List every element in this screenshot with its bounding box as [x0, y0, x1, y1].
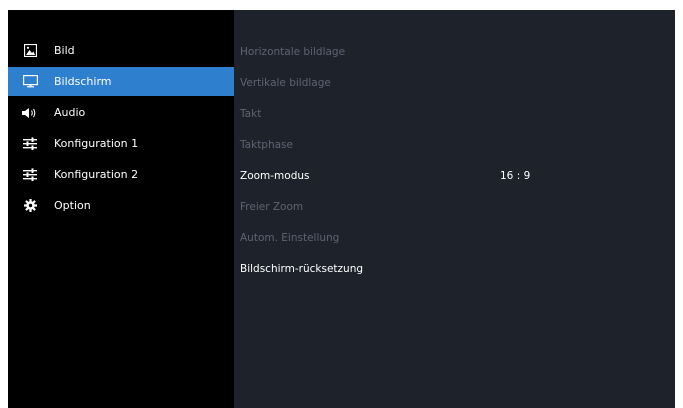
option-bildschirm-ruecksetzung[interactable]: Bildschirm-rücksetzung — [240, 253, 675, 284]
sliders-icon — [22, 167, 38, 183]
option-horizontale-bildlage: Horizontale bildlage — [240, 36, 675, 67]
option-label: Horizontale bildlage — [240, 45, 346, 58]
sidebar-item-label: Option — [54, 199, 91, 212]
option-autom-einstellung: Autom. Einstellung — [240, 222, 675, 253]
sidebar-item-label: Konfiguration 1 — [54, 137, 139, 150]
option-zoom-modus[interactable]: Zoom-modus 16 : 9 — [240, 160, 675, 191]
option-takt: Takt — [240, 98, 675, 129]
sidebar-item-option[interactable]: Option — [8, 191, 234, 220]
sidebar-item-label: Bild — [54, 44, 75, 57]
sidebar-item-label: Konfiguration 2 — [54, 168, 139, 181]
sidebar-item-bild[interactable]: Bild — [8, 36, 234, 65]
picture-icon — [22, 43, 38, 59]
option-label: Bildschirm-rücksetzung — [240, 262, 364, 275]
sidebar-item-label: Bildschirm — [54, 75, 112, 88]
osd-window: Bild Bildschirm Audio Konfiguration 1 Ko… — [8, 10, 675, 408]
option-label: Autom. Einstellung — [240, 231, 340, 244]
sliders-icon — [22, 136, 38, 152]
option-taktphase: Taktphase — [240, 129, 675, 160]
monitor-icon — [22, 74, 38, 90]
gear-icon — [22, 198, 38, 214]
settings-panel: Horizontale bildlage Vertikale bildlage … — [234, 10, 675, 408]
option-freier-zoom: Freier Zoom — [240, 191, 675, 222]
main-menu: Bild Bildschirm Audio Konfiguration 1 Ko… — [8, 36, 234, 222]
option-label: Taktphase — [240, 138, 293, 151]
option-label: Vertikale bildlage — [240, 76, 331, 89]
sidebar-item-bildschirm[interactable]: Bildschirm — [8, 67, 234, 96]
sidebar-item-konfiguration-2[interactable]: Konfiguration 2 — [8, 160, 234, 189]
speaker-icon — [22, 105, 38, 121]
option-label: Zoom-modus — [240, 169, 310, 182]
sidebar-item-audio[interactable]: Audio — [8, 98, 234, 127]
option-list: Horizontale bildlage Vertikale bildlage … — [240, 36, 675, 284]
sidebar: Bild Bildschirm Audio Konfiguration 1 Ko… — [8, 10, 234, 408]
zoom-mode-value[interactable]: 16 : 9 — [500, 170, 530, 182]
sidebar-item-konfiguration-1[interactable]: Konfiguration 1 — [8, 129, 234, 158]
option-label: Freier Zoom — [240, 200, 304, 213]
sidebar-item-label: Audio — [54, 106, 86, 119]
option-label: Takt — [240, 107, 262, 120]
option-vertikale-bildlage: Vertikale bildlage — [240, 67, 675, 98]
